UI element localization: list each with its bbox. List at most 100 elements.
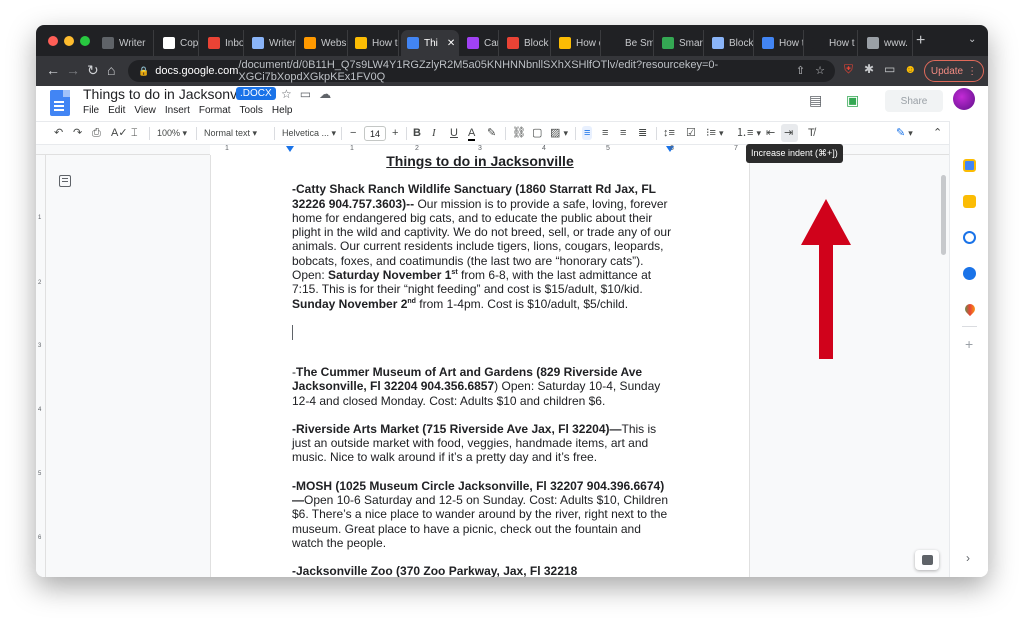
bulleted-list-icon[interactable]: ⁝≡ ▾ — [706, 127, 724, 139]
document-page[interactable]: Things to do in Jacksonville -Catty Shac… — [210, 154, 750, 577]
back-icon[interactable]: ← — [46, 63, 60, 77]
profile-emoji-icon[interactable]: ☻ — [904, 62, 917, 76]
docs-logo-icon[interactable] — [50, 90, 70, 116]
menu-help[interactable]: Help — [272, 105, 293, 116]
zoom-select[interactable]: 100% ▾ — [157, 127, 187, 139]
bookmark-star-icon[interactable]: ☆ — [815, 64, 825, 77]
align-right-icon[interactable]: ≡ — [620, 127, 626, 139]
decrease-indent-icon[interactable]: ⇤ — [766, 127, 775, 139]
decrease-font-size-button[interactable]: − — [350, 127, 356, 139]
tab-label: Block — [524, 37, 549, 49]
close-window-button[interactable] — [48, 36, 58, 46]
browser-tab[interactable]: How to — [349, 30, 399, 56]
expand-panel-chevron-icon[interactable]: › — [966, 551, 970, 565]
browser-tab[interactable]: How d — [553, 30, 601, 56]
tab-search-icon[interactable]: ⌄ — [968, 34, 976, 45]
align-center-icon[interactable]: ≡ — [602, 127, 608, 139]
editing-mode-icon[interactable]: ✎ ▾ — [896, 127, 913, 139]
numbered-list-icon[interactable]: ⒈≡ ▾ — [736, 127, 761, 139]
checklist-icon[interactable]: ☑ — [686, 127, 696, 139]
browser-tab[interactable]: www. — [861, 30, 913, 56]
menu-edit[interactable]: Edit — [108, 105, 125, 116]
avatar[interactable] — [953, 88, 975, 110]
move-folder-icon[interactable]: ▭ — [300, 87, 311, 101]
address-bar[interactable]: 🔒 docs.google.com/document/d/0B11H_Q7s9L… — [128, 59, 835, 83]
browser-tab[interactable]: Block — [501, 30, 551, 56]
insert-link-icon[interactable]: ⛓ — [512, 127, 526, 139]
new-tab-button[interactable]: + — [916, 32, 925, 50]
justify-icon[interactable]: ≣ — [638, 127, 647, 139]
hide-menus-icon[interactable]: ⌃ — [933, 127, 942, 139]
font-size-input[interactable]: 14 — [364, 126, 386, 141]
star-icon[interactable]: ☆ — [281, 87, 292, 101]
browser-tab[interactable]: Thi ✕ — [401, 30, 459, 56]
insert-image-icon[interactable]: ▨ ▾ — [550, 127, 568, 139]
close-tab-icon[interactable]: ✕ — [447, 38, 455, 49]
calendar-icon[interactable] — [963, 159, 976, 172]
highlight-color-icon[interactable]: ✎ — [487, 127, 496, 139]
keep-icon[interactable] — [963, 195, 976, 208]
meet-icon[interactable]: ▣ — [846, 92, 859, 109]
share-button[interactable]: Share — [885, 90, 943, 112]
clear-formatting-icon[interactable]: T̸ — [808, 127, 815, 139]
add-comment-icon[interactable]: ▢ — [532, 127, 542, 139]
bold-button[interactable]: B — [413, 127, 421, 139]
update-label: Update — [930, 65, 964, 77]
explore-button[interactable] — [915, 550, 939, 570]
tasks-icon[interactable] — [963, 231, 976, 244]
style-select[interactable]: Normal text ▾ — [204, 127, 257, 139]
spellcheck-icon[interactable]: A✓ — [111, 127, 128, 139]
paragraph-catty-shack: -Catty Shack Ranch Wildlife Sanctuary (1… — [292, 182, 674, 311]
browser-tab[interactable]: Be Sm — [602, 30, 654, 56]
contacts-icon[interactable] — [963, 267, 976, 280]
increase-indent-icon[interactable]: ⇥ — [784, 127, 793, 139]
increase-font-size-button[interactable]: + — [392, 127, 398, 139]
undo-icon[interactable]: ↶ — [54, 127, 63, 139]
browser-tab[interactable]: Copys — [157, 30, 199, 56]
line-spacing-icon[interactable]: ↕≡ — [663, 127, 675, 139]
browser-tab[interactable]: Writer — [246, 30, 296, 56]
document-body[interactable]: Things to do in Jacksonville -Catty Shac… — [292, 154, 674, 577]
forward-icon[interactable]: → — [66, 63, 80, 77]
browser-tab[interactable]: Smart — [656, 30, 704, 56]
browser-tab[interactable]: Inbox — [202, 30, 244, 56]
update-button[interactable]: Update ⋮ — [924, 60, 984, 82]
print-icon[interactable]: ⎙ — [92, 127, 101, 139]
shield-extension-icon[interactable]: ⛨ — [844, 62, 853, 77]
browser-tab[interactable]: Writer — [96, 30, 154, 56]
comments-icon[interactable]: ▤ — [809, 92, 822, 109]
maps-icon[interactable] — [962, 301, 978, 317]
italic-button[interactable]: I — [432, 127, 436, 139]
reload-icon[interactable]: ↻ — [87, 63, 99, 77]
menu-tools[interactable]: Tools — [240, 105, 263, 116]
left-indent-marker[interactable] — [286, 146, 294, 152]
font-select[interactable]: Helvetica ... ▾ — [282, 127, 336, 139]
minimize-window-button[interactable] — [64, 36, 74, 46]
menu-insert[interactable]: Insert — [165, 105, 190, 116]
menu-format[interactable]: Format — [199, 105, 231, 116]
redo-icon[interactable]: ↷ — [73, 127, 82, 139]
extensions-puzzle-icon[interactable]: ✱ — [864, 62, 874, 76]
vertical-ruler-number: 3 — [38, 343, 42, 349]
maximize-window-button[interactable] — [80, 36, 90, 46]
browser-tab[interactable]: How t — [756, 30, 804, 56]
menu-view[interactable]: View — [134, 105, 156, 116]
browser-tab[interactable]: How t — [806, 30, 858, 56]
browser-tab[interactable]: Can U — [461, 30, 499, 56]
underline-button[interactable]: U — [450, 127, 458, 139]
browser-tab[interactable]: Websi — [298, 30, 348, 56]
document-title[interactable]: Things to do in Jacksonville — [83, 86, 254, 102]
tab-label: How d — [576, 37, 600, 49]
text-color-button[interactable]: A — [468, 127, 476, 141]
document-outline-icon[interactable] — [59, 175, 71, 187]
home-icon[interactable]: ⌂ — [107, 63, 115, 77]
cast-icon[interactable]: ▭ — [884, 62, 895, 76]
align-left-icon[interactable]: ≡ — [582, 126, 593, 140]
share-page-icon[interactable]: ⇧ — [796, 64, 805, 77]
vertical-scrollbar[interactable] — [941, 175, 946, 255]
add-ons-plus-icon[interactable]: + — [965, 336, 973, 352]
paint-format-icon[interactable]: ⌶ — [131, 127, 138, 139]
browser-tab[interactable]: Block — [706, 30, 754, 56]
cloud-status-icon[interactable]: ☁ — [319, 87, 331, 101]
menu-file[interactable]: File — [83, 105, 99, 116]
